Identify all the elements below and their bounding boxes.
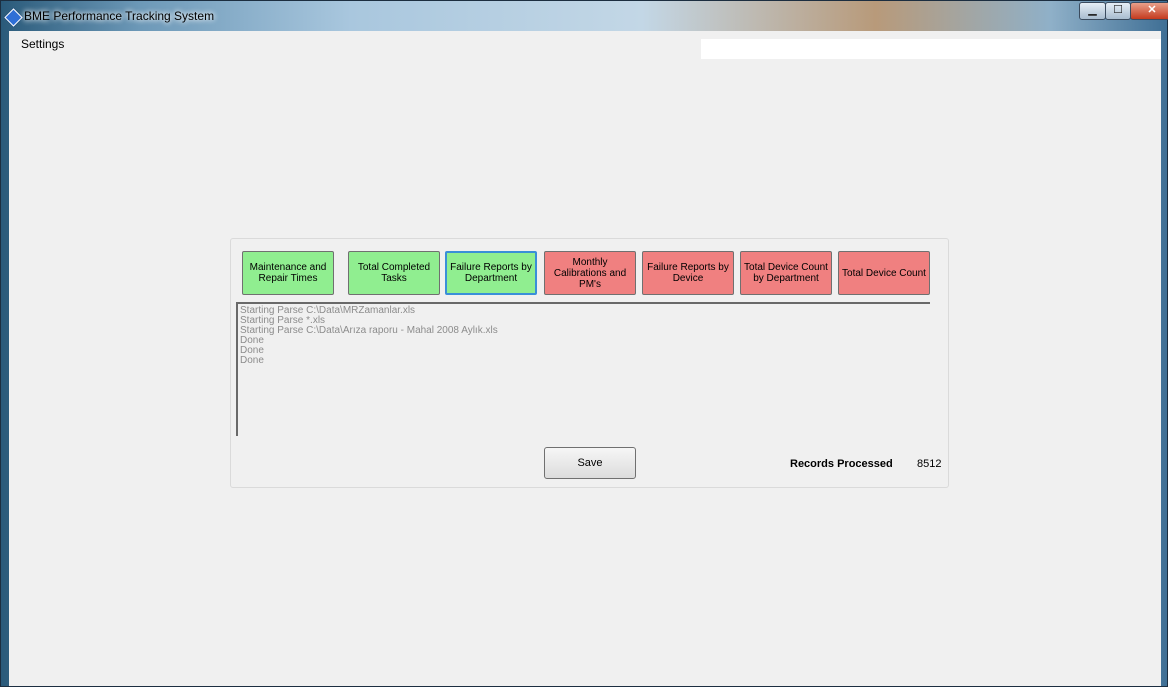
title-bar[interactable]: BME Performance Tracking System ▁ ☐ ✕	[1, 1, 1168, 31]
close-button[interactable]: ✕	[1130, 2, 1168, 20]
records-processed-label: Records Processed	[790, 458, 893, 470]
log-output[interactable]: Starting Parse C:\Data\MRZamanlar.xls St…	[236, 302, 930, 436]
app-diamond-icon	[4, 8, 23, 27]
log-line: Done	[240, 345, 264, 356]
log-line: Starting Parse C:\Data\Arıza raporu - Ma…	[240, 325, 498, 336]
total-completed-tasks-button[interactable]: Total Completed Tasks	[348, 251, 440, 295]
menu-bar: Settings	[9, 31, 1161, 59]
records-processed-value: 8512	[917, 458, 942, 470]
log-line: Done	[240, 355, 264, 366]
log-line: Done	[240, 335, 264, 346]
minimize-button[interactable]: ▁	[1079, 2, 1106, 20]
report-panel: Maintenance and Repair Times Total Compl…	[230, 238, 949, 488]
log-line: Starting Parse C:\Data\MRZamanlar.xls	[240, 305, 416, 316]
client-area: Settings Maintenance and Repair Times To…	[9, 31, 1161, 686]
maintenance-repair-times-button[interactable]: Maintenance and Repair Times	[242, 251, 334, 295]
save-button[interactable]: Save	[544, 447, 636, 479]
app-window: BME Performance Tracking System ▁ ☐ ✕ Se…	[0, 0, 1168, 687]
menu-strip-blank	[701, 39, 1161, 59]
failure-reports-department-button[interactable]: Failure Reports by Department	[445, 251, 537, 295]
window-title: BME Performance Tracking System	[24, 9, 215, 23]
total-device-count-department-button[interactable]: Total Device Count by Department	[740, 251, 832, 295]
monthly-calibrations-button[interactable]: Monthly Calibrations and PM's	[544, 251, 636, 295]
total-device-count-button[interactable]: Total Device Count	[838, 251, 930, 295]
menu-settings[interactable]: Settings	[21, 37, 64, 51]
failure-reports-device-button[interactable]: Failure Reports by Device	[642, 251, 734, 295]
maximize-button[interactable]: ☐	[1105, 2, 1131, 20]
